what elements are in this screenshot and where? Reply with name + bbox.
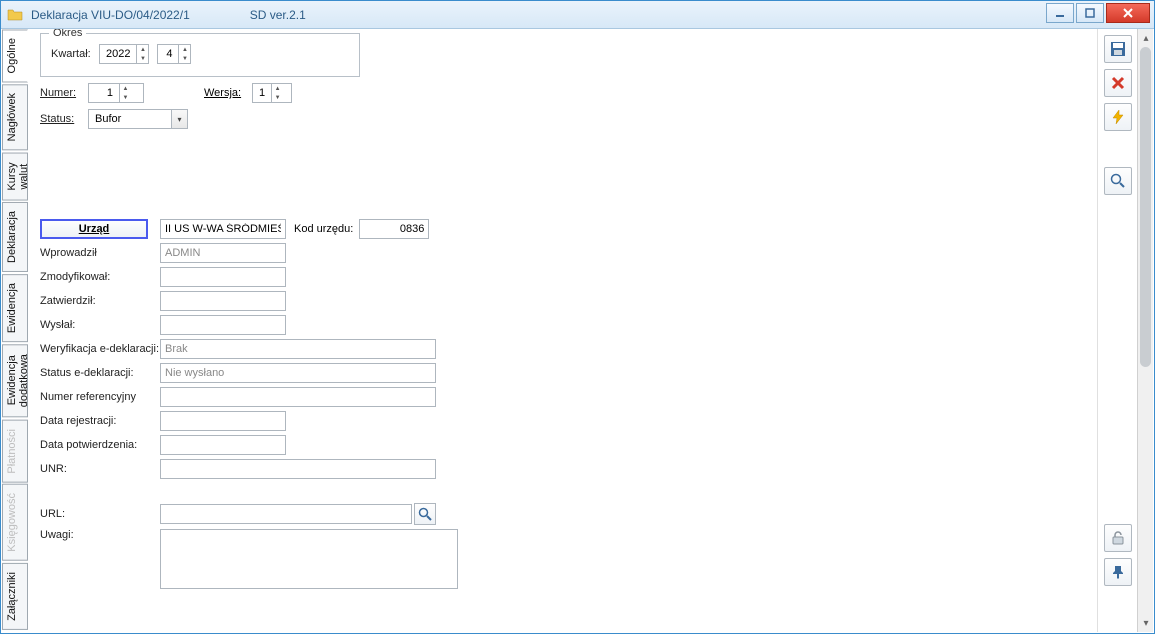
minimize-button[interactable] [1046,3,1074,23]
urzad-name-field[interactable] [160,219,286,239]
year-value: 2022 [100,48,136,60]
delete-icon [1110,75,1126,91]
data-rej-label: Data rejestracji: [40,415,160,427]
right-toolbar [1097,29,1137,632]
titlebar: Deklaracja VIU-DO/04/2022/1 SD ver.2.1 [1,1,1154,29]
zmodyfikowal-label: Zmodyfikował: [40,271,160,283]
lightning-icon [1110,109,1126,125]
close-button[interactable] [1106,3,1150,23]
wprowadzil-field [160,243,286,263]
spin-down-icon[interactable]: ▼ [179,54,190,63]
tab-platnosci[interactable]: Płatności [2,420,28,483]
zatwierdzil-field [160,291,286,311]
folder-icon [7,7,23,23]
status-value: Bufor [89,113,171,125]
wersja-label: Wersja: [204,87,241,99]
numer-spinner[interactable]: 1 ▲▼ [88,83,144,103]
wersja-spinner[interactable]: 1 ▲▼ [252,83,292,103]
numer-label: Numer: [40,87,76,99]
unr-field[interactable] [160,459,436,479]
status-label: Status: [40,113,74,125]
tab-ksiegowosc[interactable]: Księgowość [2,484,28,561]
year-spinner[interactable]: 2022 ▲▼ [99,44,149,64]
zmodyfikowal-field [160,267,286,287]
status-edekl-field [160,363,436,383]
tab-kursy-walut[interactable]: Kursy walut [2,153,28,201]
uwagi-label: Uwagi: [40,529,160,541]
zatwierdzil-label: Zatwierdził: [40,295,160,307]
minimize-icon [1055,8,1065,18]
save-icon [1110,41,1126,57]
spin-up-icon[interactable]: ▲ [120,84,131,93]
close-icon [1122,7,1134,19]
spin-down-icon[interactable]: ▼ [137,54,148,63]
okres-group: Okres Kwartał: 2022 ▲▼ 4 ▲▼ [40,33,360,77]
urzad-button[interactable]: Urząd [40,219,148,239]
wersja-value: 1 [253,87,271,99]
scroll-thumb[interactable] [1140,47,1151,367]
data-pot-field [160,435,286,455]
uwagi-textarea[interactable] [160,529,458,589]
window-subtitle: SD ver.2.1 [250,8,306,22]
url-label: URL: [40,508,160,520]
pin-icon [1110,564,1126,580]
pin-button[interactable] [1104,558,1132,586]
maximize-icon [1085,8,1095,18]
url-lookup-button[interactable] [414,503,436,525]
wprowadzil-label: Wprowadził [40,247,160,259]
spin-down-icon[interactable]: ▼ [120,93,131,102]
maximize-button[interactable] [1076,3,1104,23]
tab-zalaczniki[interactable]: Załączniki [2,563,28,630]
window-title: Deklaracja VIU-DO/04/2022/1 [31,8,190,22]
lock-button[interactable] [1104,524,1132,552]
okres-legend: Okres [49,29,86,39]
wyslal-field [160,315,286,335]
spin-up-icon[interactable]: ▲ [137,45,148,54]
weryfikacja-label: Weryfikacja e-deklaracji: [40,343,160,355]
url-field[interactable] [160,504,412,524]
tab-ewidencja[interactable]: Ewidencja [2,274,28,342]
kwartal-label: Kwartał: [51,48,99,60]
vertical-tabs: Ogólne Nagłówek Kursy walut Deklaracja E… [2,29,28,632]
numer-ref-label: Numer referencyjny [40,391,160,403]
numer-ref-field [160,387,436,407]
status-edekl-label: Status e-deklaracji: [40,367,160,379]
kod-urzedu-field[interactable] [359,219,429,239]
quarter-spinner[interactable]: 4 ▲▼ [157,44,191,64]
unr-label: UNR: [40,463,160,475]
tab-naglowek[interactable]: Nagłówek [2,84,28,150]
search-icon [418,507,432,521]
numer-value: 1 [89,87,119,99]
data-pot-label: Data potwierdzenia: [40,439,160,451]
tab-ogolne[interactable]: Ogólne [2,29,28,82]
main-panel: Okres Kwartał: 2022 ▲▼ 4 ▲▼ [28,29,1097,632]
tab-deklaracja[interactable]: Deklaracja [2,202,28,272]
lightning-button[interactable] [1104,103,1132,131]
save-button[interactable] [1104,35,1132,63]
quarter-value: 4 [158,48,178,60]
kod-urzedu-label: Kod urzędu: [294,223,353,235]
window-controls [1046,3,1150,23]
scroll-up-icon[interactable]: ▴ [1139,31,1153,45]
lock-icon [1110,530,1126,546]
spin-up-icon[interactable]: ▲ [179,45,190,54]
search-icon [1110,173,1126,189]
scroll-down-icon[interactable]: ▾ [1139,616,1153,630]
spin-up-icon[interactable]: ▲ [272,84,283,93]
search-button[interactable] [1104,167,1132,195]
status-select[interactable]: Bufor ▾ [88,109,188,129]
vertical-scrollbar[interactable]: ▴ ▾ [1137,29,1153,632]
window-frame: Deklaracja VIU-DO/04/2022/1 SD ver.2.1 O… [0,0,1155,634]
wyslal-label: Wysłał: [40,319,160,331]
data-rej-field [160,411,286,431]
weryfikacja-field [160,339,436,359]
delete-button[interactable] [1104,69,1132,97]
chevron-down-icon: ▾ [171,110,187,128]
spin-down-icon[interactable]: ▼ [272,93,283,102]
tab-ewidencja-dodatkowa[interactable]: Ewidencja dodatkowa [2,344,28,417]
